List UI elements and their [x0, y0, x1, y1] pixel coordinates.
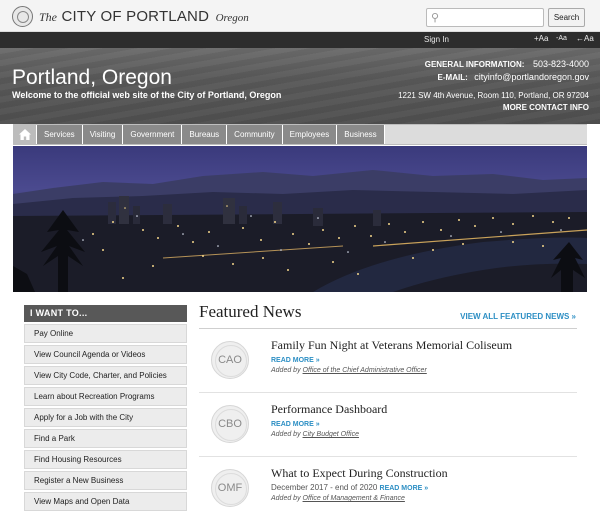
home-icon: [19, 129, 31, 140]
divider: [199, 392, 577, 393]
font-increase-button[interactable]: +Aa: [534, 34, 548, 43]
sidebar-item-pay-online[interactable]: Pay Online: [24, 324, 187, 343]
news-item-title[interactable]: Performance Dashboard: [271, 402, 387, 417]
sidebar-heading: I WANT TO...: [24, 305, 187, 322]
utility-bar: Sign In +Aa -Aa ←Aa: [0, 32, 600, 48]
news-item-org-link[interactable]: Office of Management & Finance: [303, 495, 405, 502]
nav-visiting[interactable]: Visiting: [82, 125, 124, 144]
sidebar-item-housing[interactable]: Find Housing Resources: [24, 450, 187, 469]
sidebar-item-apply-job[interactable]: Apply for a Job with the City: [24, 408, 187, 427]
logo-city: CITY OF PORTLAND: [61, 8, 210, 25]
search-button[interactable]: Search: [548, 8, 585, 27]
added-by-label: Added by: [271, 367, 301, 374]
sidebar-item-find-park[interactable]: Find a Park: [24, 429, 187, 448]
city-logo[interactable]: The CITY OF PORTLAND Oregon: [39, 8, 249, 26]
read-more-link[interactable]: READ MORE »: [380, 485, 429, 492]
logo-state: Oregon: [215, 12, 249, 24]
sign-in-link[interactable]: Sign In: [424, 35, 449, 44]
news-item-org-link[interactable]: City Budget Office: [303, 431, 359, 438]
search-input[interactable]: [443, 10, 541, 25]
general-info-phone[interactable]: 503-823-4000: [533, 59, 589, 69]
news-item-title[interactable]: Family Fun Night at Veterans Memorial Co…: [271, 338, 512, 353]
main-nav: Services Visiting Government Bureaus Com…: [13, 124, 587, 145]
nav-community[interactable]: Community: [227, 125, 283, 144]
news-item-added: Added by City Budget Office: [271, 431, 359, 438]
search-icon: ⚲: [431, 12, 440, 24]
city-skyline-image: [13, 170, 587, 292]
i-want-to-sidebar: I WANT TO... Pay Online View Council Age…: [24, 305, 187, 511]
general-info-label: GENERAL INFORMATION:: [424, 60, 525, 69]
sidebar-item-city-code[interactable]: View City Code, Charter, and Policies: [24, 366, 187, 385]
nav-government[interactable]: Government: [123, 125, 183, 144]
nav-business[interactable]: Business: [337, 125, 385, 144]
address: 1221 SW 4th Avenue, Room 110, Portland, …: [398, 91, 589, 100]
font-reset-label: Aa: [584, 34, 594, 43]
cao-badge-icon: CAO: [211, 341, 249, 379]
more-contact-link[interactable]: MORE CONTACT INFO: [503, 103, 589, 112]
page-subtitle: Welcome to the official web site of the …: [12, 90, 282, 100]
city-seal-icon[interactable]: [12, 6, 33, 27]
top-bar: The CITY OF PORTLAND Oregon ⚲ Search: [0, 0, 600, 32]
main-content: I WANT TO... Pay Online View Council Age…: [0, 292, 600, 511]
news-item-org-link[interactable]: Office of the Chief Administrative Offic…: [303, 367, 427, 374]
divider: [199, 456, 577, 457]
sidebar-item-register-business[interactable]: Register a New Business: [24, 471, 187, 490]
sidebar-item-council-agenda[interactable]: View Council Agenda or Videos: [24, 345, 187, 364]
search-box[interactable]: ⚲: [426, 8, 544, 27]
added-by-label: Added by: [271, 495, 301, 502]
news-item-meta: READ MORE »: [271, 355, 320, 364]
featured-news: Featured News VIEW ALL FEATURED NEWS » C…: [199, 302, 579, 507]
email-link[interactable]: cityinfo@portlandoregon.gov: [474, 72, 589, 82]
added-by-label: Added by: [271, 431, 301, 438]
sidebar-item-recreation[interactable]: Learn about Recreation Programs: [24, 387, 187, 406]
news-item-title[interactable]: What to Expect During Construction: [271, 466, 448, 481]
news-item-meta: READ MORE »: [271, 419, 320, 428]
font-decrease-button[interactable]: -Aa: [556, 35, 567, 42]
site-header: Portland, Oregon Welcome to the official…: [0, 48, 600, 124]
read-more-link[interactable]: READ MORE »: [271, 357, 320, 364]
font-reset-button[interactable]: ←Aa: [576, 34, 594, 43]
news-item-added: Added by Office of Management & Finance: [271, 495, 405, 502]
email-info: E-MAIL: cityinfo@portlandoregon.gov: [438, 72, 589, 82]
email-label: E-MAIL:: [437, 73, 468, 82]
nav-services[interactable]: Services: [37, 125, 83, 144]
news-item: CAO Family Fun Night at Veterans Memoria…: [199, 333, 577, 393]
news-item-date: December 2017 - end of 2020: [271, 483, 378, 492]
omf-badge-icon: OMF: [211, 469, 249, 507]
nav-employees[interactable]: Employees: [282, 125, 338, 144]
news-item: CBO Performance Dashboard READ MORE » Ad…: [199, 397, 577, 457]
news-item-added: Added by Office of the Chief Administrat…: [271, 367, 427, 374]
logo-the: The: [39, 10, 57, 24]
read-more-link[interactable]: READ MORE »: [271, 421, 320, 428]
sidebar-item-maps-data[interactable]: View Maps and Open Data: [24, 492, 187, 511]
general-info: GENERAL INFORMATION: 503-823-4000: [425, 59, 589, 69]
page-title: Portland, Oregon: [12, 66, 172, 89]
news-item: OMF What to Expect During Construction D…: [199, 461, 577, 521]
news-item-meta: December 2017 - end of 2020 READ MORE »: [271, 483, 428, 492]
nav-bureaus[interactable]: Bureaus: [182, 125, 228, 144]
cbo-badge-icon: CBO: [211, 405, 249, 443]
hero-image: [13, 146, 587, 292]
divider: [199, 328, 577, 329]
view-all-news-link[interactable]: VIEW ALL FEATURED NEWS »: [460, 312, 576, 321]
home-button[interactable]: [13, 125, 37, 144]
